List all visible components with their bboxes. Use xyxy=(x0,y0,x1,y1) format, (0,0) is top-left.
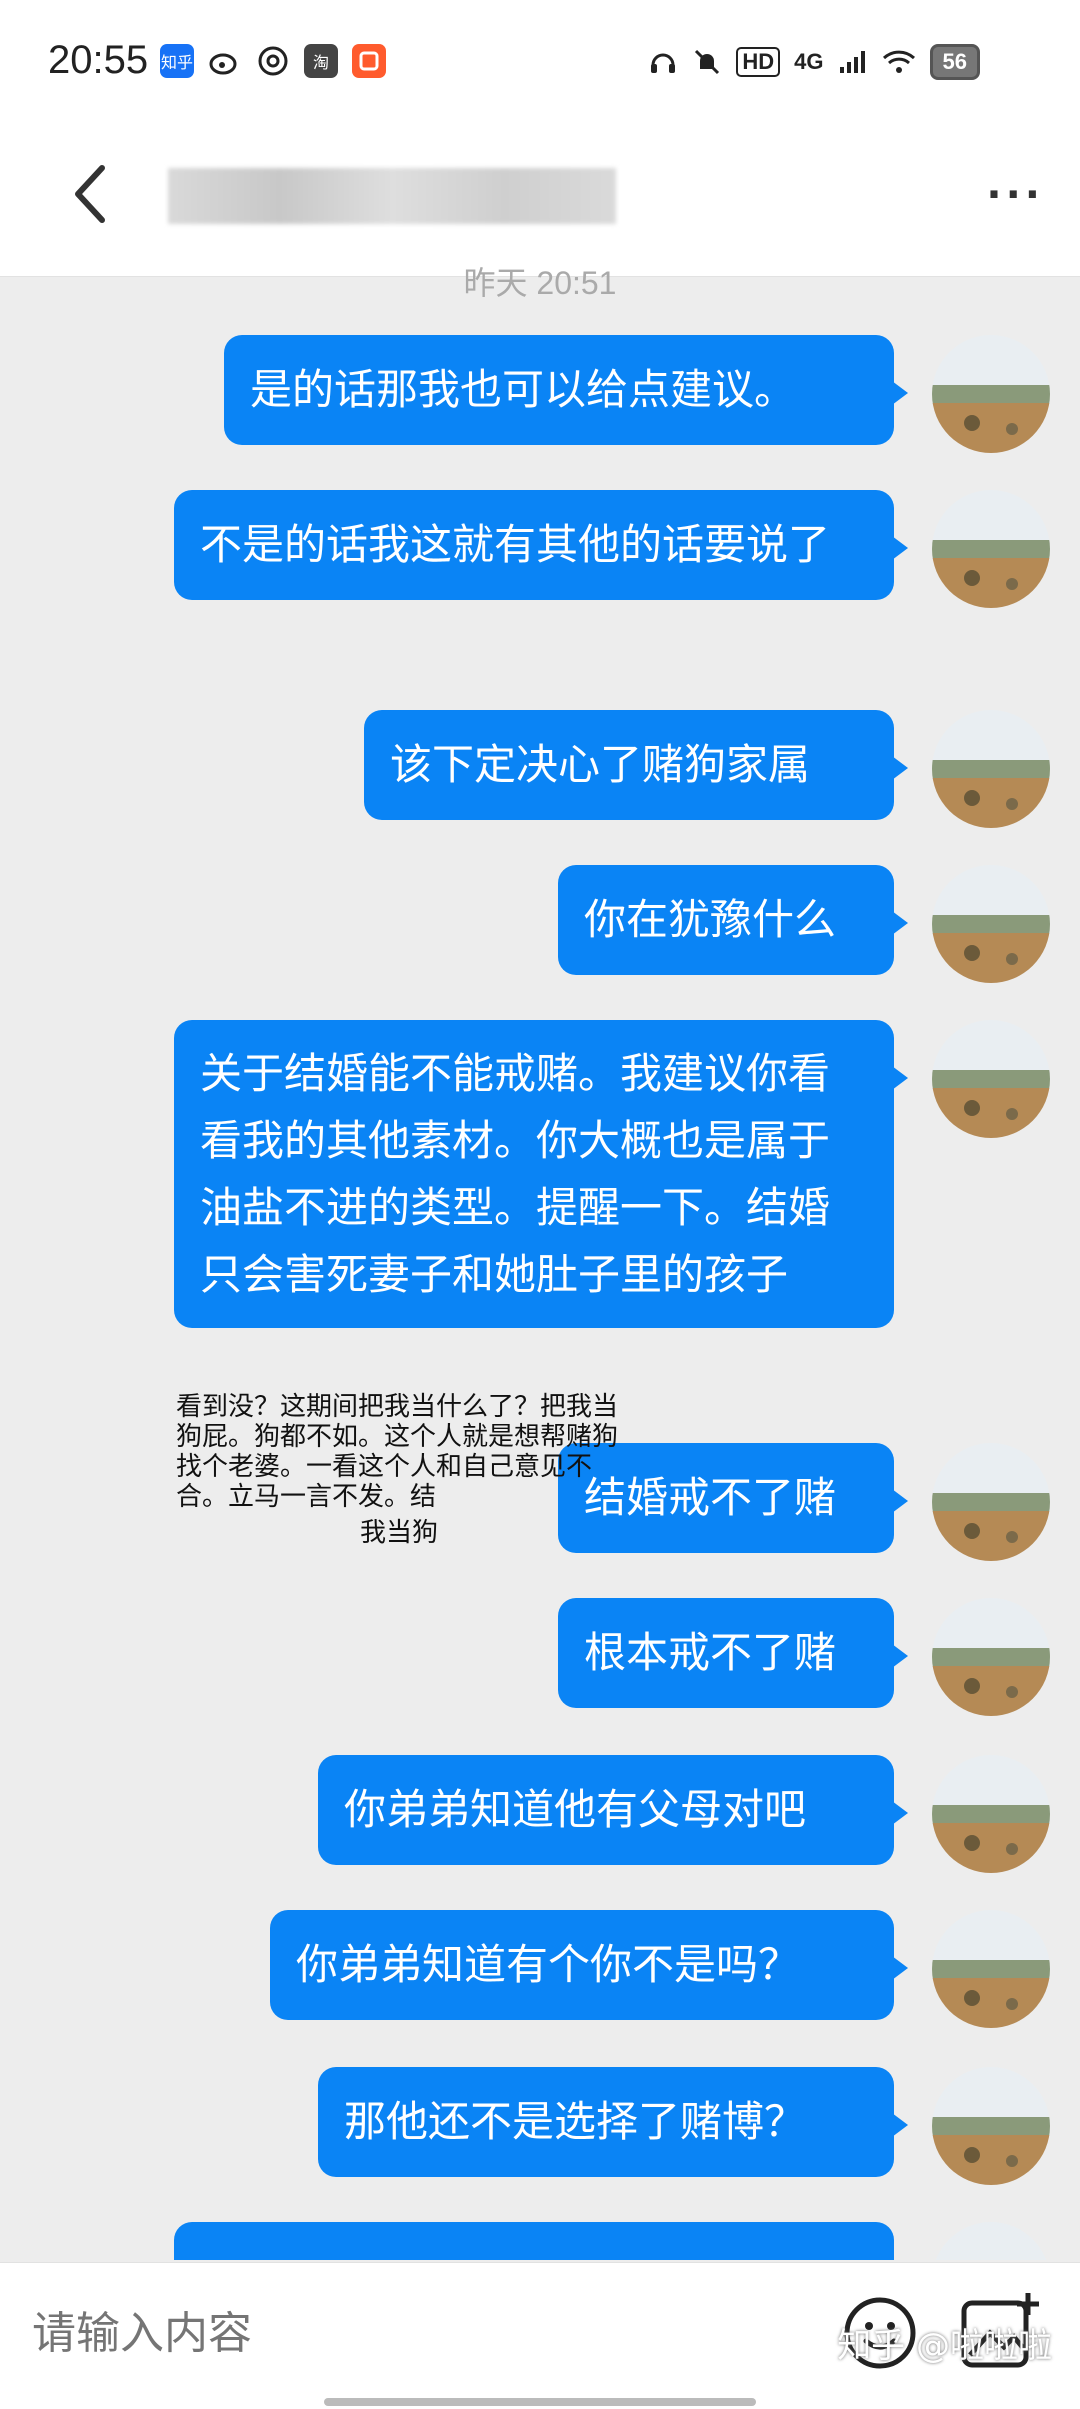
message-input[interactable] xyxy=(30,2307,814,2360)
avatar[interactable] xyxy=(932,2067,1050,2185)
avatar[interactable] xyxy=(932,2222,1050,2260)
overlay-annotation: 看到没？这期间把我当什么了？把我当狗屁。狗都不如。这个人就是想帮赌狗找个老婆。一… xyxy=(176,1392,619,1512)
avatar[interactable] xyxy=(932,1755,1050,1873)
message-bubble[interactable]: 你弟弟知道他有父母对吧 xyxy=(318,1755,908,1865)
message-text: 根本戒不了赌 xyxy=(584,1628,837,1677)
avatar[interactable] xyxy=(932,710,1050,828)
message-bubble[interactable]: 你在犹豫什么 xyxy=(558,865,908,975)
message-bubble-partial[interactable] xyxy=(174,2222,894,2260)
mute-bell-icon xyxy=(695,49,720,75)
battery-indicator: 56 xyxy=(929,44,980,80)
wifi-icon xyxy=(882,50,915,73)
more-options-button[interactable]: ··· xyxy=(986,172,1044,218)
hd-icon: HD xyxy=(736,47,781,77)
chat-header: ··· xyxy=(0,120,1080,277)
home-indicator[interactable] xyxy=(324,2398,756,2406)
watermark: 知乎 @啦啦啦 xyxy=(837,2326,1052,2366)
status-bar: 20:55 知乎 淘 HD 4G 56 xyxy=(0,0,1080,120)
message-text: 你弟弟知道有个你不是吗？ xyxy=(296,1940,801,1989)
system-icons: HD 4G 56 xyxy=(648,44,980,80)
avatar[interactable] xyxy=(932,865,1050,983)
notification-icons: 知乎 淘 xyxy=(160,44,386,78)
message-text: 你在犹豫什么 xyxy=(584,895,837,944)
message-bubble[interactable]: 不是的话我这就有其他的话要说了 xyxy=(174,490,908,600)
contact-name-redacted xyxy=(168,168,616,224)
avatar[interactable] xyxy=(932,1020,1050,1138)
message-text: 是的话那我也可以给点建议。 xyxy=(250,365,797,414)
message-text: 该下定决心了赌狗家属 xyxy=(390,740,811,789)
avatar[interactable] xyxy=(932,1910,1050,2028)
message-bubble[interactable]: 是的话那我也可以给点建议。 xyxy=(224,335,908,445)
weibo-icon xyxy=(208,44,242,78)
message-bubble[interactable]: 那他还不是选择了赌博？ xyxy=(318,2067,908,2177)
xiaohongshu-icon xyxy=(352,44,386,78)
netease-music-icon xyxy=(256,44,290,78)
message-bubble[interactable]: 你弟弟知道有个你不是吗？ xyxy=(270,1910,908,2020)
message-bubble[interactable]: 该下定决心了赌狗家属 xyxy=(364,710,908,820)
message-bubble[interactable]: 关于结婚能不能戒赌。我建议你看看我的其他素材。你大概也是属于油盐不进的类型。提醒… xyxy=(174,1020,908,1328)
avatar[interactable] xyxy=(932,335,1050,453)
chat-area[interactable]: 是的话那我也可以给点建议。 不是的话我这就有其他的话要说了 该下定决心了赌狗家属… xyxy=(0,280,1080,2260)
headphone-icon xyxy=(651,53,676,73)
avatar[interactable] xyxy=(932,1443,1050,1561)
message-text: 你弟弟知道他有父母对吧 xyxy=(344,1785,807,1834)
message-bubble[interactable]: 根本戒不了赌 xyxy=(558,1598,908,1708)
overlay-annotation-tail: 我当狗 xyxy=(360,1518,439,1548)
signal-4g-icon: 4G xyxy=(794,49,824,74)
message-text: 关于结婚能不能戒赌。我建议你看看我的其他素材。你大概也是属于油盐不进的类型。提醒… xyxy=(200,1049,831,1299)
message-text: 那他还不是选择了赌博？ xyxy=(344,2097,807,2146)
signal-icon xyxy=(839,51,865,73)
message-text: 不是的话我这就有其他的话要说了 xyxy=(200,520,831,569)
avatar[interactable] xyxy=(932,490,1050,608)
back-arrow-icon[interactable] xyxy=(56,158,128,230)
zhihu-icon: 知乎 xyxy=(160,44,194,78)
taobao-icon: 淘 xyxy=(304,44,338,78)
status-time: 20:55 xyxy=(48,38,149,82)
avatar[interactable] xyxy=(932,1598,1050,1716)
